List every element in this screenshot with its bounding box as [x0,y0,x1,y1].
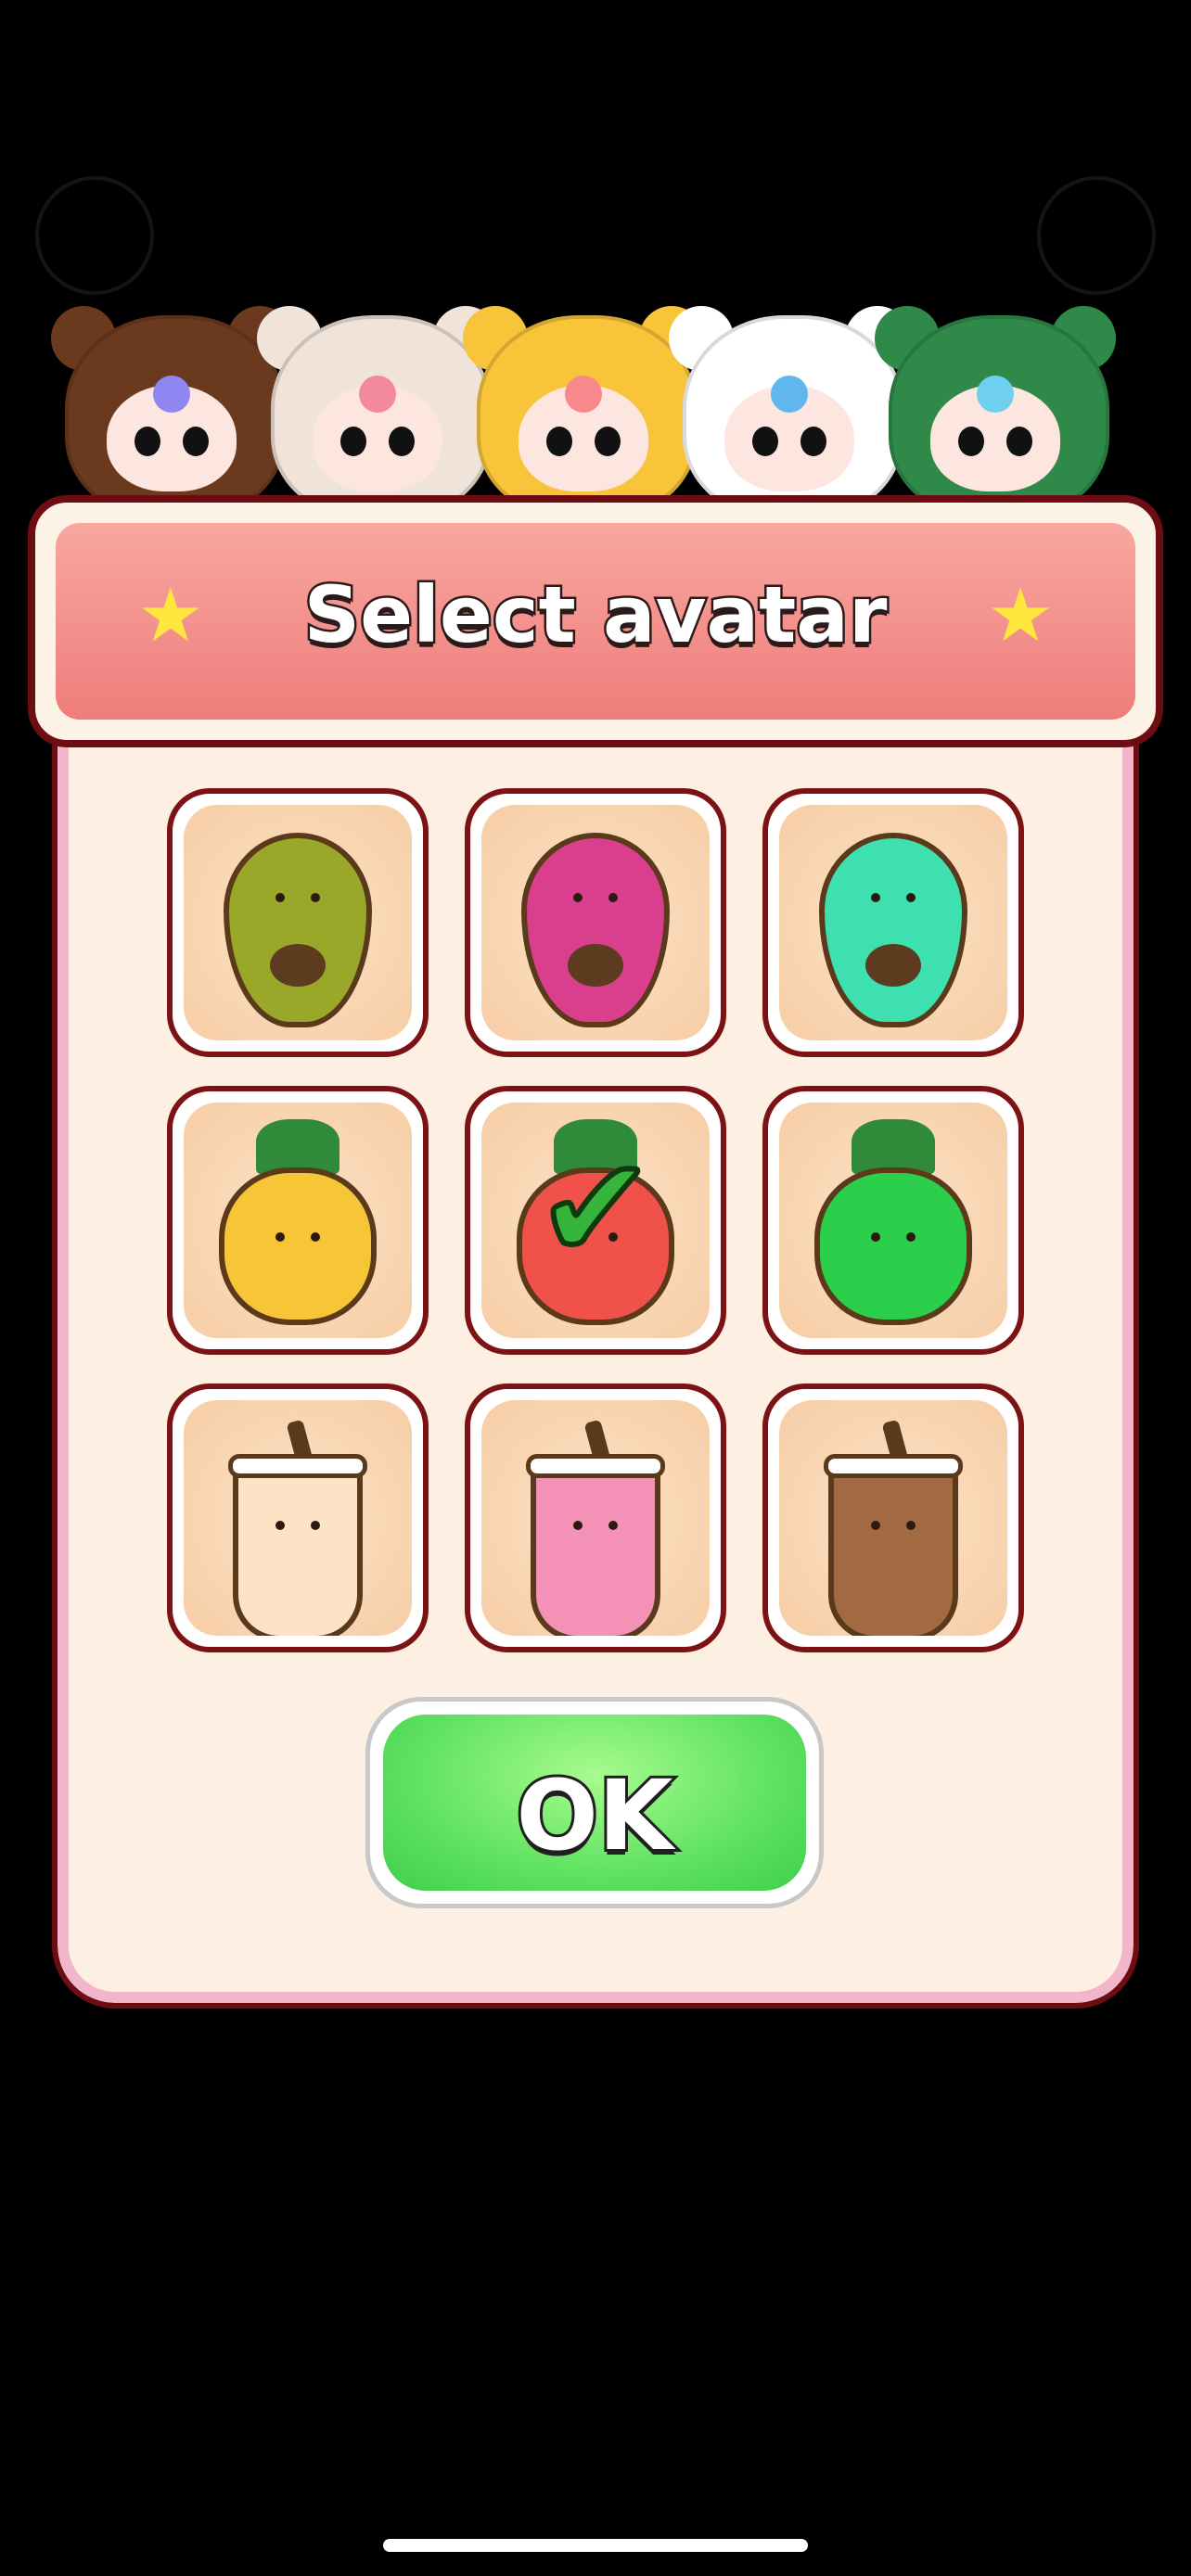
avatar-tile-pineapple-green[interactable] [762,1086,1024,1355]
ok-button[interactable]: OK [365,1697,824,1908]
star-icon: ★ [987,572,1054,658]
dialog-title: Select avatar [301,567,890,663]
avatar-tile-boba-cream[interactable] [167,1384,429,1652]
mascot-dinosaur [875,287,1116,517]
avatar-tile-boba-brown[interactable] [762,1384,1024,1652]
avatar-tile-boba-pink[interactable] [465,1384,726,1652]
mascot-panda [669,287,910,517]
avatar-tile-avocado-teal[interactable] [762,788,1024,1057]
ok-button-label: OK [514,1756,676,1875]
avatar-tile-pineapple-red[interactable]: ✔ [465,1086,726,1355]
avatar-grid: ✔ [167,788,1024,1652]
avatar-tile-pineapple-yellow[interactable] [167,1086,429,1355]
mascot-monkey [51,287,292,517]
mascot-chicken [463,287,704,517]
mascot-cow [257,287,498,517]
avatar-tile-avocado-pink[interactable] [465,788,726,1057]
dialog-header: ★ Select avatar ★ [28,495,1163,747]
checkmark-icon: ✔ [534,1129,657,1290]
home-indicator [383,2539,808,2552]
mascot-row [51,269,1141,517]
avatar-tile-avocado-green[interactable] [167,788,429,1057]
